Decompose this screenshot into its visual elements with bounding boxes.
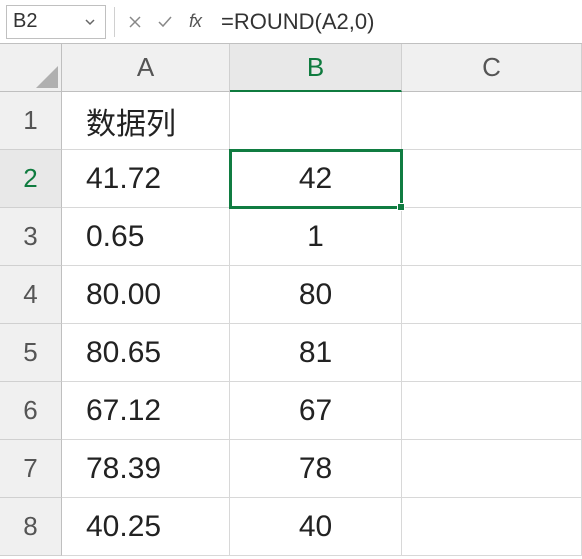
cell-C2[interactable] [402,150,582,208]
cell-B1[interactable] [230,92,402,150]
fill-handle[interactable] [397,203,405,211]
cell-C8[interactable] [402,498,582,556]
cell-C6[interactable] [402,382,582,440]
cell-B7[interactable]: 78 [230,440,402,498]
cell-B4[interactable]: 80 [230,266,402,324]
cell-B5[interactable]: 81 [230,324,402,382]
cell-C1[interactable] [402,92,582,150]
cell-B6[interactable]: 67 [230,382,402,440]
row-header-2[interactable]: 2 [0,150,62,208]
col-header-A[interactable]: A [62,44,230,92]
row-header-4[interactable]: 4 [0,266,62,324]
cell-C4[interactable] [402,266,582,324]
cell-B8[interactable]: 40 [230,498,402,556]
name-box[interactable]: B2 [6,5,106,39]
cell-A2[interactable]: 41.72 [62,150,230,208]
row-header-1[interactable]: 1 [0,92,62,150]
chevron-down-icon[interactable] [81,16,99,28]
cell-A6[interactable]: 67.12 [62,382,230,440]
cell-A1[interactable]: 数据列 [62,92,230,150]
col-header-B[interactable]: B [230,44,402,92]
check-icon[interactable] [153,10,177,34]
spreadsheet-grid: A B C 1 数据列 2 41.72 42 3 0.65 1 4 80.00 … [0,44,582,556]
row-header-3[interactable]: 3 [0,208,62,266]
fx-icon[interactable]: fx [183,10,207,34]
formula-bar-buttons: fx [119,10,211,34]
cell-C5[interactable] [402,324,582,382]
cell-B3[interactable]: 1 [230,208,402,266]
row-header-6[interactable]: 6 [0,382,62,440]
cancel-icon[interactable] [123,10,147,34]
cell-C3[interactable] [402,208,582,266]
cell-A7[interactable]: 78.39 [62,440,230,498]
cell-C7[interactable] [402,440,582,498]
formula-bar: B2 fx [0,0,582,44]
cell-A3[interactable]: 0.65 [62,208,230,266]
select-all-corner[interactable] [0,44,62,92]
cell-A4[interactable]: 80.00 [62,266,230,324]
row-header-8[interactable]: 8 [0,498,62,556]
cell-A5[interactable]: 80.65 [62,324,230,382]
formula-input[interactable] [211,9,582,35]
row-header-5[interactable]: 5 [0,324,62,382]
cell-B2-value: 42 [299,162,332,196]
divider [114,7,115,37]
row-header-7[interactable]: 7 [0,440,62,498]
name-box-value: B2 [13,10,81,33]
col-header-C[interactable]: C [402,44,582,92]
cell-A8[interactable]: 40.25 [62,498,230,556]
cell-B2[interactable]: 42 [230,150,402,208]
